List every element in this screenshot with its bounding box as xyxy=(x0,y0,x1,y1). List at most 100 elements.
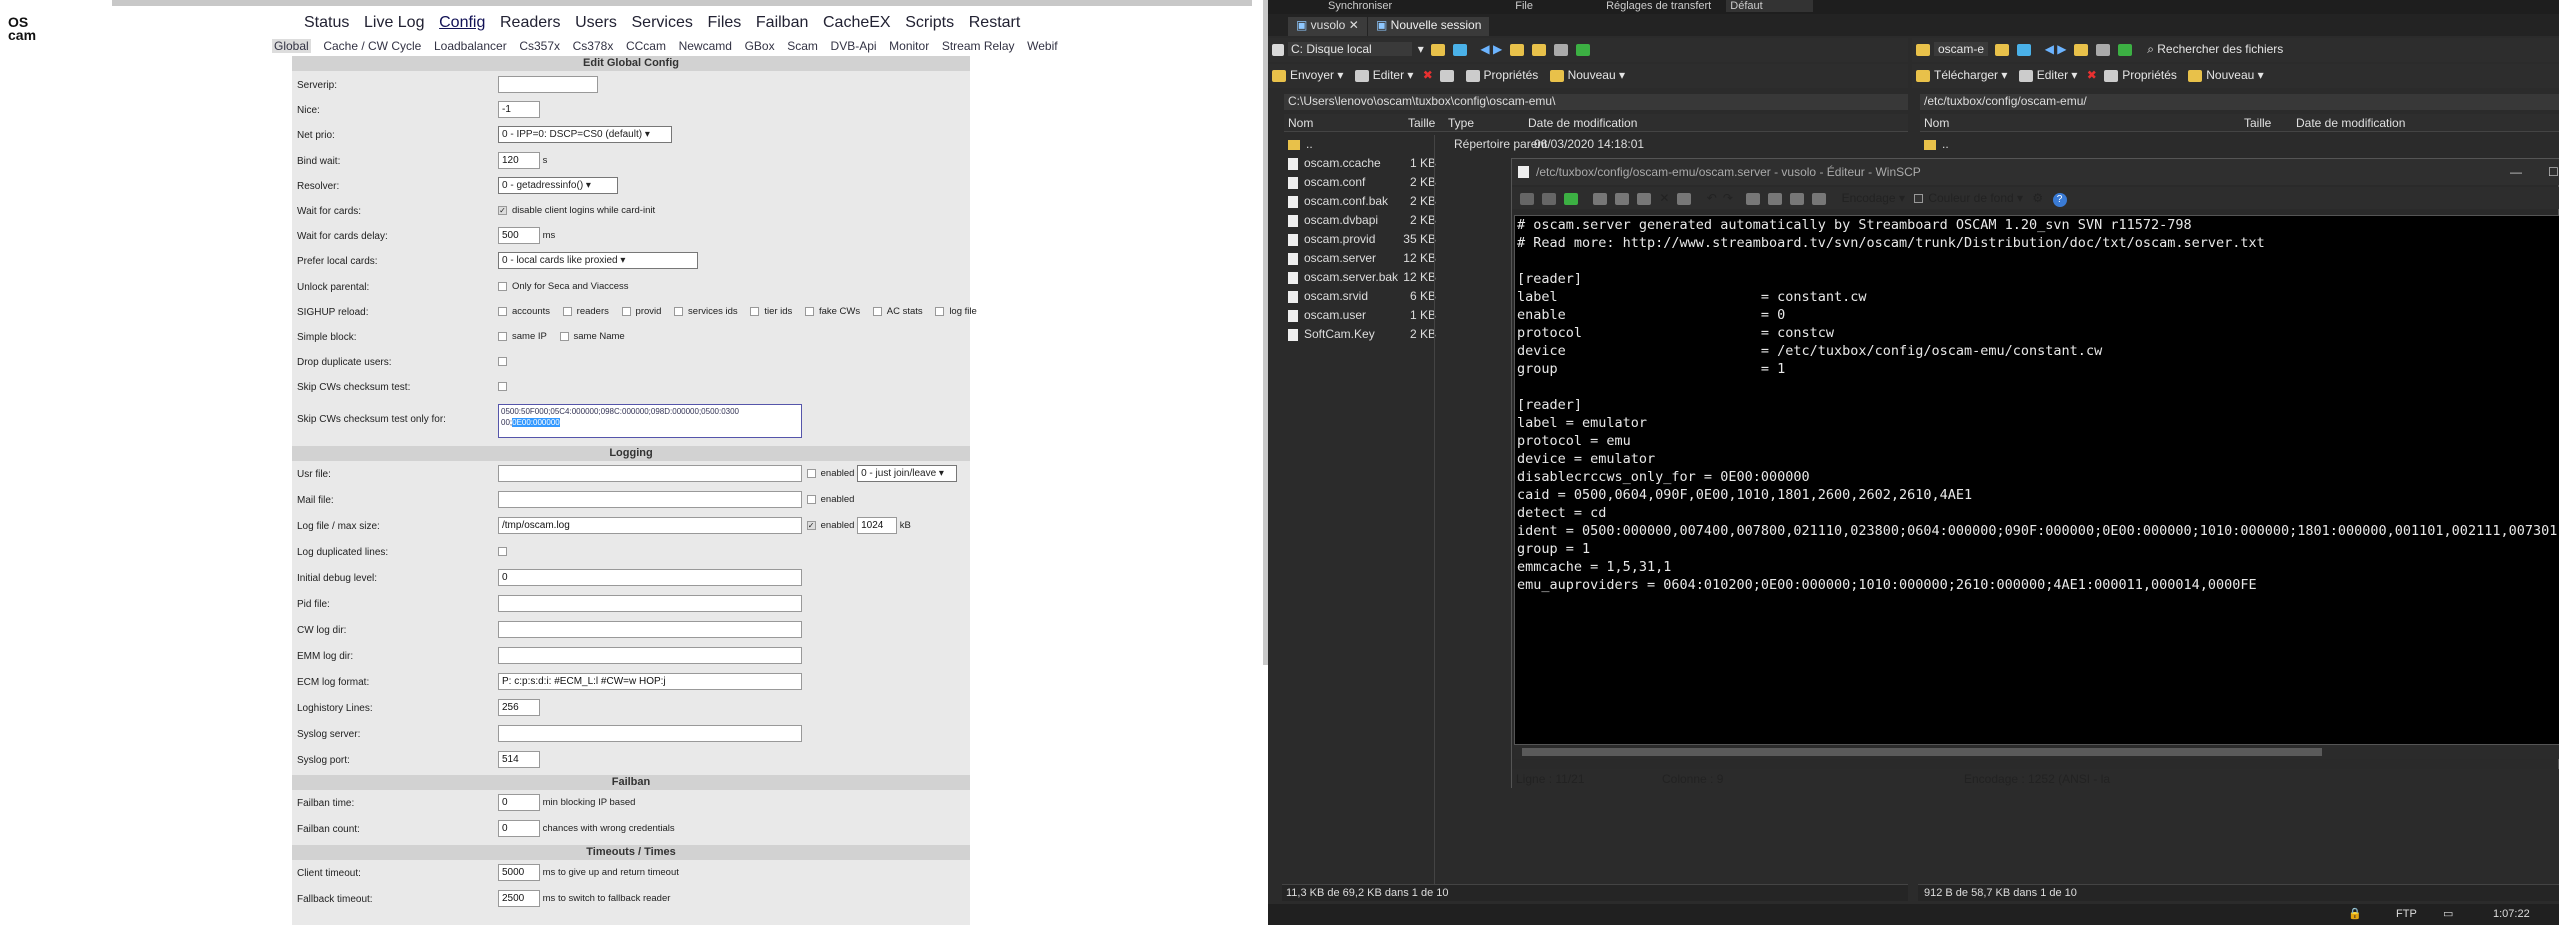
browser-scrollbar-top[interactable] xyxy=(112,0,1252,6)
sighup-accounts-checkbox[interactable] xyxy=(498,307,507,316)
resolver-select[interactable]: 0 - getadressinfo() ▾ xyxy=(498,177,618,194)
remote-refresh-icon[interactable] xyxy=(2117,43,2132,56)
remote-col-name[interactable]: Nom xyxy=(1924,114,1949,132)
menu-services[interactable]: Services xyxy=(632,14,693,31)
editor-horizontal-scrollbar[interactable] xyxy=(1514,745,2559,759)
bindwait-input[interactable]: 120 xyxy=(498,152,540,169)
submenu-gbox[interactable]: GBox xyxy=(745,39,775,53)
list-item[interactable]: oscam.server 12 KB xyxy=(1284,249,1436,268)
parent-dir-icon[interactable] xyxy=(1509,43,1524,56)
menu-files[interactable]: Files xyxy=(707,14,741,31)
left-path-bar[interactable]: C:\Users\lenovo\oscam\tuxbox\config\osca… xyxy=(1284,94,1908,110)
bg-color-button[interactable]: Couleur de fond xyxy=(1928,191,2013,205)
select-all-icon[interactable] xyxy=(1677,192,1692,205)
pidfile-input[interactable] xyxy=(498,595,802,612)
close-icon[interactable]: ✕ xyxy=(1349,18,1359,32)
remote-properties-button[interactable]: Propriétés xyxy=(2122,68,2177,82)
bg-color-checkbox[interactable] xyxy=(1914,194,1924,204)
sighup-acstats-checkbox[interactable] xyxy=(872,307,882,316)
syslogserver-input[interactable] xyxy=(498,725,802,742)
find-icon[interactable] xyxy=(1746,192,1761,205)
delete-text-icon[interactable]: ✕ xyxy=(1659,191,1669,205)
emmlogdir-input[interactable] xyxy=(498,647,802,664)
menu-cacheex[interactable]: CacheEX xyxy=(823,14,891,31)
encoding-button[interactable]: Encodage xyxy=(1842,191,1896,205)
edit-button[interactable]: Editer xyxy=(1373,68,1404,82)
search-files-button[interactable]: Rechercher des fichiers xyxy=(2157,42,2283,56)
copy-icon[interactable] xyxy=(1615,192,1630,205)
list-item[interactable]: oscam.dvbapi 2 KB xyxy=(1284,211,1436,230)
undo-icon[interactable]: ↶ xyxy=(1707,191,1717,205)
mailfile-input[interactable] xyxy=(498,491,802,508)
remote-home-icon[interactable] xyxy=(2095,43,2110,56)
list-item[interactable]: oscam.user 1 KB xyxy=(1284,306,1436,325)
folder-icon[interactable]: ▾ xyxy=(1418,42,1427,56)
redo-icon[interactable]: ↷ xyxy=(1723,191,1733,205)
left-drive-select[interactable]: C: Disque local xyxy=(1288,42,1412,56)
remote-delete-icon[interactable]: ✖ xyxy=(2087,68,2097,82)
list-item[interactable]: .. Répertoire parent 06/03/2020 14:18:01 xyxy=(1284,135,1644,154)
right-drive-select[interactable]: oscam-e xyxy=(1934,42,1989,56)
sighup-provid-checkbox[interactable] xyxy=(621,307,631,316)
search-icon[interactable]: ⌕ xyxy=(2147,42,2157,56)
file-menu[interactable]: File xyxy=(1515,0,1533,12)
editor-text-area[interactable]: # oscam.server generated automatically b… xyxy=(1514,215,2559,745)
submenu-cache[interactable]: Cache / CW Cycle xyxy=(323,39,421,53)
clienttimeout-input[interactable]: 5000 xyxy=(498,864,540,881)
reload-icon[interactable] xyxy=(1564,192,1578,205)
rename-icon[interactable] xyxy=(1440,69,1455,82)
sighup-tier-checkbox[interactable] xyxy=(750,307,760,316)
col-type[interactable]: Type xyxy=(1448,114,1474,132)
list-item[interactable]: .. xyxy=(1920,135,1949,154)
failbantime-input[interactable]: 0 xyxy=(498,794,540,811)
dropdup-checkbox[interactable] xyxy=(498,356,507,366)
ecmformat-input[interactable]: P: c:p:s:d:i: #ECM_L:l #CW=w HOP:j xyxy=(498,673,802,690)
logdup-checkbox[interactable] xyxy=(498,546,507,556)
submenu-webif[interactable]: Webif xyxy=(1027,39,1057,53)
logfile-enabled-checkbox[interactable]: ✓ xyxy=(806,521,816,530)
scrollbar-thumb[interactable] xyxy=(1522,748,2322,756)
home-icon[interactable] xyxy=(1553,43,1568,56)
failbancount-input[interactable]: 0 xyxy=(498,820,540,837)
minimize-icon[interactable]: — xyxy=(2510,159,2522,185)
list-item[interactable]: oscam.server.bak 12 KB xyxy=(1284,268,1436,287)
tab-vusolo[interactable]: ▣ vusolo ✕ xyxy=(1288,17,1367,36)
usrfile-enabled-checkbox[interactable] xyxy=(806,469,816,478)
remote-open-icon[interactable] xyxy=(1995,43,2010,56)
upload-button[interactable]: Envoyer xyxy=(1290,68,1334,82)
serverip-input[interactable] xyxy=(498,76,598,93)
usrfile-select[interactable]: 0 - just join/leave ▾ xyxy=(857,465,958,482)
menu-status[interactable]: Status xyxy=(304,14,349,31)
list-item[interactable]: oscam.provid 35 KB xyxy=(1284,230,1436,249)
tab-new-session[interactable]: ▣ Nouvelle session xyxy=(1368,17,1490,36)
submenu-dvbapi[interactable]: DVB-Api xyxy=(831,39,877,53)
nice-input[interactable]: -1 xyxy=(498,101,540,118)
menu-users[interactable]: Users xyxy=(575,14,617,31)
root-dir-icon[interactable] xyxy=(1531,43,1546,56)
menu-readers[interactable]: Readers xyxy=(500,14,560,31)
remote-col-size[interactable]: Taille xyxy=(2244,114,2271,132)
waitforcards-checkbox[interactable]: ✓ xyxy=(498,205,507,215)
sync-button[interactable]: Synchroniser xyxy=(1328,0,1392,12)
list-item[interactable]: oscam.conf 2 KB xyxy=(1284,173,1436,192)
submenu-monitor[interactable]: Monitor xyxy=(889,39,929,53)
find-next-icon[interactable] xyxy=(1790,192,1805,205)
simpleblock-name-checkbox[interactable] xyxy=(559,332,569,341)
col-size[interactable]: Taille xyxy=(1408,114,1435,132)
loghistory-input[interactable]: 256 xyxy=(498,699,540,716)
submenu-cs378x[interactable]: Cs378x xyxy=(573,39,614,53)
maximize-icon[interactable]: ☐ xyxy=(2548,159,2559,185)
filter-icon[interactable] xyxy=(1453,43,1468,56)
skipcw-checkbox[interactable] xyxy=(498,381,507,391)
menu-restart[interactable]: Restart xyxy=(969,14,1021,31)
refresh-icon[interactable] xyxy=(1575,43,1590,56)
simpleblock-ip-checkbox[interactable] xyxy=(498,332,507,341)
help-icon[interactable]: ? xyxy=(2052,193,2067,207)
copy-doc-icon[interactable] xyxy=(1542,192,1556,205)
submenu-newcamd[interactable]: Newcamd xyxy=(679,39,732,53)
oscam-logo[interactable]: OS cam xyxy=(8,15,38,46)
submenu-global[interactable]: Global xyxy=(272,39,311,53)
paste-icon[interactable] xyxy=(1637,192,1652,205)
debug-input[interactable]: 0 xyxy=(498,569,802,586)
remote-back-icon[interactable]: ◀ ▶ xyxy=(2045,42,2067,56)
